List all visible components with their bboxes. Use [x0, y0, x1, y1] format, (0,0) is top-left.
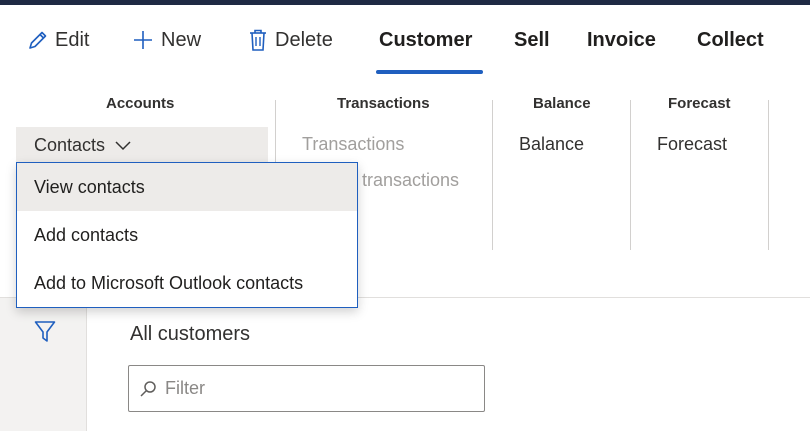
- group-divider: [768, 100, 769, 250]
- group-title-accounts: Accounts: [106, 95, 175, 112]
- plus-icon: [134, 31, 152, 49]
- selected-tab-indicator: [376, 70, 483, 74]
- menu-item-add-to-outlook[interactable]: Add to Microsoft Outlook contacts: [17, 259, 357, 307]
- tab-customer[interactable]: Customer: [379, 25, 472, 55]
- contacts-dropdown-button[interactable]: Contacts: [16, 127, 268, 163]
- transactions-item: Transactions: [302, 134, 405, 154]
- tab-collect[interactable]: Collect: [697, 25, 764, 55]
- tab-invoice[interactable]: Invoice: [587, 25, 656, 55]
- left-rail: [0, 298, 87, 431]
- list-page: All customers: [0, 298, 810, 431]
- transactions-item-secondary: transactions: [362, 170, 460, 190]
- edit-pencil-icon: [29, 31, 47, 49]
- filter-input[interactable]: [165, 378, 465, 399]
- new-button[interactable]: New: [131, 25, 201, 55]
- balance-item[interactable]: Balance: [519, 134, 584, 155]
- delete-button[interactable]: Delete: [247, 25, 333, 55]
- new-label: New: [161, 28, 202, 51]
- edit-label: Edit: [55, 28, 90, 51]
- filter-funnel-icon[interactable]: [34, 320, 56, 344]
- edit-button[interactable]: Edit: [27, 25, 89, 55]
- contacts-label: Contacts: [34, 134, 106, 155]
- tab-sell[interactable]: Sell: [514, 25, 550, 55]
- group-title-transactions: Transactions: [337, 95, 430, 112]
- menu-item-view-contacts[interactable]: View contacts: [17, 163, 357, 211]
- page-title: All customers: [130, 323, 251, 345]
- menu-item-add-contacts[interactable]: Add contacts: [17, 211, 357, 259]
- delete-label: Delete: [275, 28, 333, 51]
- forecast-item[interactable]: Forecast: [657, 134, 727, 155]
- group-title-balance: Balance: [533, 95, 591, 112]
- group-title-forecast: Forecast: [668, 95, 731, 112]
- contacts-dropdown-menu: View contacts Add contacts Add to Micros…: [16, 162, 358, 308]
- action-bar: Edit New Delete Customer Sell Invoice Co…: [0, 5, 810, 75]
- filter-field[interactable]: [128, 365, 485, 412]
- group-divider: [630, 100, 631, 250]
- trash-icon: [250, 29, 266, 51]
- chevron-down-icon: [115, 141, 131, 151]
- search-icon: [140, 380, 156, 397]
- group-divider: [492, 100, 493, 250]
